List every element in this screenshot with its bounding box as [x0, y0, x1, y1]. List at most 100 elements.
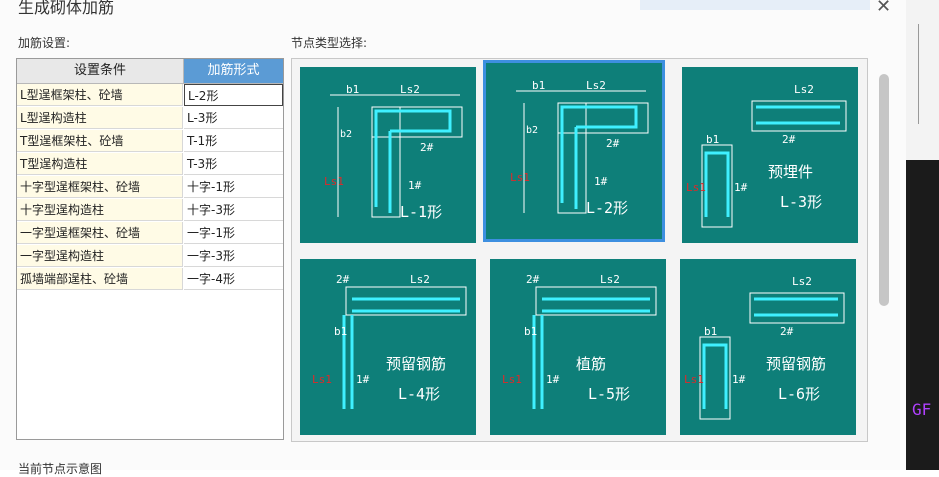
form-cell[interactable]: L-2形 — [184, 84, 283, 106]
card-subtitle: 预埋件 — [768, 163, 813, 181]
node-diagram: 2# Ls2 b1 1# Ls1 植筋 L-5形 — [502, 273, 657, 409]
column-header-form[interactable]: 加筋形式 — [184, 59, 283, 84]
form-cell[interactable]: T-1形 — [184, 130, 283, 152]
card-caption: L-2形 — [586, 199, 628, 217]
node-diagram: b1 Ls2 b2 Ls1 1# 2# L-2形 — [510, 79, 649, 217]
table-row[interactable]: T型逞框架柱、砼墙 T-1形 — [17, 130, 283, 153]
table-row[interactable]: T型逞构造柱 T-3形 — [17, 153, 283, 176]
table-row[interactable]: L型逞框架柱、砼墙 L-2形 — [17, 84, 283, 107]
dim-label-ls2: Ls2 — [794, 83, 814, 96]
node-type-grid: b1 Ls2 b2 Ls1 1# 2# L-1形 b1 Ls2 b2 Ls1 1# 2# L-2形 Ls2 2… — [291, 58, 868, 442]
rebar-1 — [704, 151, 730, 217]
dim-label-ls2: Ls2 — [600, 273, 620, 286]
form-cell[interactable]: 一字-1形 — [184, 222, 283, 244]
settings-table: 设置条件 加筋形式 L型逞框架柱、砼墙 L-2形 L型逞构造柱 L-3形 T型逞框架柱、… — [16, 58, 284, 440]
grid-scrollbar[interactable] — [879, 74, 889, 306]
dim-label-ls2: Ls2 — [410, 273, 430, 286]
dim-label-ls1: Ls1 — [324, 175, 344, 188]
node-type-card[interactable]: b1 Ls2 b2 Ls1 1# 2# L-2形 — [483, 60, 665, 242]
current-node-label: 当前节点示意图 — [18, 462, 103, 476]
card-caption: L-6形 — [778, 385, 820, 403]
form-cell[interactable]: 一字-3形 — [184, 245, 283, 267]
card-caption: L-5形 — [588, 385, 630, 403]
node-diagram: Ls2 2# b1 1# Ls1 预埋件 L-3形 — [686, 83, 847, 228]
rebar-2 — [352, 297, 460, 313]
table-row[interactable]: 一字型逞构造柱 一字-3形 — [17, 245, 283, 268]
bar-label-1: 1# — [732, 373, 746, 386]
dim-label-ls2: Ls2 — [792, 275, 812, 288]
card-subtitle: 植筋 — [576, 355, 606, 373]
rebar-2 — [542, 297, 650, 313]
table-row[interactable]: 十字型逞构造柱 十字-3形 — [17, 199, 283, 222]
bar-label-1: 1# — [546, 373, 560, 386]
condition-cell: L型逞构造柱 — [17, 107, 183, 129]
dim-label-b1: b1 — [704, 325, 717, 338]
dim-label-b1: b1 — [334, 325, 347, 338]
rebar-2 — [756, 105, 840, 125]
card-caption: L-3形 — [780, 193, 822, 211]
bar-label-2: 2# — [526, 273, 540, 286]
node-diagram: b1 Ls2 b2 Ls1 1# 2# L-1形 — [324, 83, 463, 221]
form-cell[interactable]: 十字-1形 — [184, 176, 283, 198]
rebar-2 — [754, 297, 838, 317]
node-type-card[interactable]: Ls2 2# b1 1# Ls1 预埋件 L-3形 — [682, 67, 858, 243]
condition-cell: 孤墙端部逞柱、砼墙 — [17, 268, 183, 290]
column-header-condition[interactable]: 设置条件 — [17, 59, 184, 84]
bar-label-2: 2# — [606, 137, 620, 150]
condition-cell: 一字型逞构造柱 — [17, 245, 183, 267]
card-subtitle: 预留钢筋 — [766, 355, 826, 373]
dim-label-b1: b1 — [524, 325, 537, 338]
dim-label-ls2: Ls2 — [586, 79, 606, 92]
node-type-card[interactable]: b1 Ls2 b2 Ls1 1# 2# L-1形 — [300, 67, 476, 243]
dim-label-ls1: Ls1 — [502, 373, 522, 386]
dialog-title: 生成砌体加筋 — [18, 0, 115, 17]
dim-label-b1: b1 — [346, 83, 359, 96]
table-row[interactable]: 孤墙端部逞柱、砼墙 一字-4形 — [17, 268, 283, 291]
bar-label-1: 1# — [734, 181, 748, 194]
dim-label-ls1: Ls1 — [684, 373, 704, 386]
dim-label-ls2: Ls2 — [400, 83, 420, 96]
node-type-card[interactable]: 2# Ls2 b1 1# Ls1 预留钢筋 L-4形 — [300, 259, 476, 435]
form-cell[interactable]: L-3形 — [184, 107, 283, 129]
node-diagram: Ls2 2# b1 1# Ls1 预留钢筋 L-6形 — [684, 275, 845, 420]
bar-label-2: 2# — [420, 141, 434, 154]
dim-label-ls1: Ls1 — [686, 181, 706, 194]
node-diagram: 2# Ls2 b1 1# Ls1 预留钢筋 L-4形 — [312, 273, 467, 409]
table-row[interactable]: L型逞构造柱 L-3形 — [17, 107, 283, 130]
dim-label-b1: b1 — [706, 133, 719, 146]
table-row[interactable]: 一字型逞框架柱、砼墙 一字-1形 — [17, 222, 283, 245]
bar-label-2: 2# — [780, 325, 794, 338]
side-panel-divider — [918, 24, 919, 124]
side-panel-dark — [906, 160, 939, 470]
condition-cell: 一字型逞框架柱、砼墙 — [17, 222, 183, 244]
condition-cell: 十字型逞框架柱、砼墙 — [17, 176, 183, 198]
form-cell[interactable]: 十字-3形 — [184, 199, 283, 221]
node-type-card[interactable]: 2# Ls2 b1 1# Ls1 植筋 L-5形 — [490, 259, 666, 435]
rebar-2 — [374, 109, 452, 207]
table-row[interactable]: 十字型逞框架柱、砼墙 十字-1形 — [17, 176, 283, 199]
table-header: 设置条件 加筋形式 — [17, 59, 283, 84]
rebar-2 — [560, 105, 638, 203]
node-type-card[interactable]: Ls2 2# b1 1# Ls1 预留钢筋 L-6形 — [680, 259, 856, 435]
condition-cell: T型逞框架柱、砼墙 — [17, 130, 183, 152]
bar-label-1: 1# — [356, 373, 370, 386]
dialog: 生成砌体加筋 ✕ 加筋设置: 节点类型选择: 设置条件 加筋形式 L型逞框架柱、… — [0, 0, 906, 476]
card-subtitle: 预留钢筋 — [386, 355, 446, 373]
close-icon[interactable]: ✕ — [876, 0, 891, 17]
dim-label-b2: b2 — [526, 125, 538, 136]
form-cell[interactable]: T-3形 — [184, 153, 283, 175]
side-panel-top — [906, 0, 939, 160]
settings-label: 加筋设置: — [18, 36, 71, 50]
title-bar-bg — [640, 0, 870, 10]
card-caption: L-4形 — [398, 385, 440, 403]
side-text: GF — [912, 400, 932, 419]
bar-label-2: 2# — [782, 133, 796, 146]
dim-label-b1: b1 — [532, 79, 545, 92]
form-cell[interactable]: 一字-4形 — [184, 268, 283, 290]
dim-label-b2: b2 — [340, 129, 352, 140]
bar-label-2: 2# — [336, 273, 350, 286]
bar-label-1: 1# — [594, 175, 608, 188]
dim-label-ls1: Ls1 — [312, 373, 332, 386]
card-caption: L-1形 — [400, 203, 442, 221]
rebar-1 — [702, 343, 728, 409]
